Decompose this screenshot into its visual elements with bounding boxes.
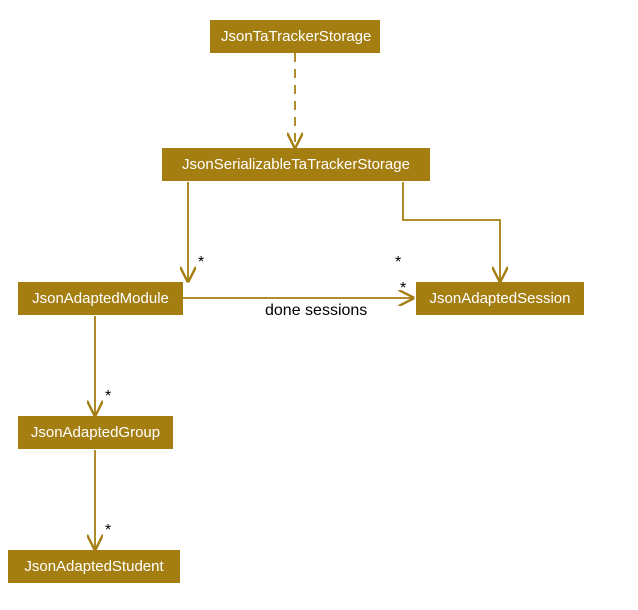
class-json-adapted-module: JsonAdaptedModule <box>18 282 183 315</box>
multiplicity-label: * <box>395 254 401 272</box>
multiplicity-label: * <box>400 280 406 298</box>
association-label: done sessions <box>265 302 367 320</box>
class-label: JsonSerializableTaTrackerStorage <box>182 156 410 173</box>
class-label: JsonAdaptedModule <box>32 290 169 307</box>
class-json-serializable-ta-tracker-storage: JsonSerializableTaTrackerStorage <box>162 148 430 181</box>
class-label: JsonAdaptedSession <box>430 290 571 307</box>
class-json-adapted-session: JsonAdaptedSession <box>416 282 584 315</box>
class-label: JsonAdaptedGroup <box>31 424 160 441</box>
multiplicity-label: * <box>105 522 111 540</box>
class-label: JsonAdaptedStudent <box>24 558 163 575</box>
class-json-adapted-student: JsonAdaptedStudent <box>8 550 180 583</box>
class-json-adapted-group: JsonAdaptedGroup <box>18 416 173 449</box>
multiplicity-label: * <box>198 254 204 272</box>
edge-serializable-to-session <box>403 182 500 281</box>
class-label: JsonTaTrackerStorage <box>221 28 371 45</box>
class-json-ta-tracker-storage: JsonTaTrackerStorage <box>210 20 380 53</box>
multiplicity-label: * <box>105 388 111 406</box>
